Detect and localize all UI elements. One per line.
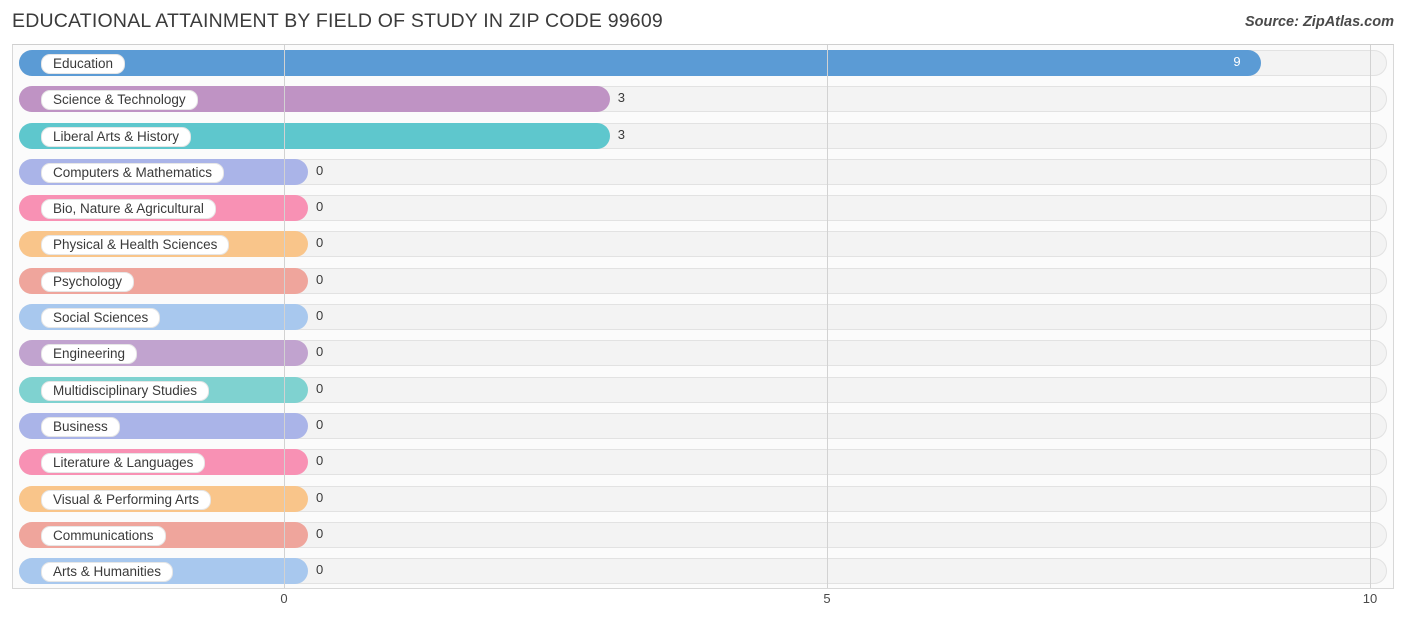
bar-row[interactable]: Engineering 0 [13,335,1393,371]
bar-row[interactable]: Computers & Mathematics 0 [13,154,1393,190]
bar-category-label: Visual & Performing Arts [41,489,212,510]
bar-category-label: Psychology [41,271,135,292]
bar-row[interactable]: Physical & Health Sciences 0 [13,226,1393,262]
bar-category-label: Business [41,416,120,437]
bar-value-label: 0 [316,453,324,469]
bar-row[interactable]: Science & Technology 3 [13,81,1393,117]
bar-category-label: Social Sciences [41,308,161,329]
bar-value-label: 0 [316,235,324,251]
x-axis-tick: 5 [823,591,831,606]
bar-row[interactable]: Psychology 0 [13,263,1393,299]
bar-value-label: 0 [316,416,324,432]
bar-value-label: 0 [316,308,324,324]
bar-row[interactable]: Social Sciences 0 [13,299,1393,335]
bar-value-label: 0 [316,344,324,360]
gridline-5 [827,45,828,588]
bar-value-label: 0 [316,525,324,541]
bar-row[interactable]: Education 9 [13,45,1393,81]
bar-category-label: Computers & Mathematics [41,162,225,183]
gridline-0 [284,45,285,588]
bar-row[interactable]: Literature & Languages 0 [13,444,1393,480]
bar-category-label: Bio, Nature & Agricultural [41,199,216,220]
bar[interactable] [19,50,1262,76]
bar-row[interactable]: Bio, Nature & Agricultural 0 [13,190,1393,226]
bar-row[interactable]: Visual & Performing Arts 0 [13,481,1393,517]
bar-value-label: 0 [316,199,324,215]
bar-category-label: Literature & Languages [41,453,206,474]
gridline-10 [1370,45,1371,588]
chart-plot-area: Education 9 Science & Technology 3 Liberal A… [12,44,1394,589]
bar-category-label: Engineering [41,344,138,365]
bar-value-label: 0 [316,380,324,396]
bar-value-label: 0 [316,271,324,287]
bar-value-label: 0 [316,562,324,578]
bar-row[interactable]: Arts & Humanities 0 [13,553,1393,589]
bar-value-label: 0 [316,162,324,178]
bar-value-label: 9 [1233,54,1241,69]
bar-row[interactable]: Multidisciplinary Studies 0 [13,372,1393,408]
x-axis-tick: 10 [1362,591,1378,606]
bar-category-label: Liberal Arts & History [41,126,192,147]
bar-value-label: 3 [617,126,626,142]
bar-row[interactable]: Business 0 [13,408,1393,444]
chart-header: EDUCATIONAL ATTAINMENT BY FIELD OF STUDY… [0,0,1406,44]
bar-row[interactable]: Liberal Arts & History 3 [13,118,1393,154]
page-title: EDUCATIONAL ATTAINMENT BY FIELD OF STUDY… [12,10,663,32]
bar-category-label: Multidisciplinary Studies [41,380,210,401]
x-axis-tick: 0 [280,591,288,606]
source-label: Source: ZipAtlas.com [1244,14,1394,30]
bar-value-label: 3 [617,90,626,106]
bar-category-label: Arts & Humanities [41,562,174,583]
bar-category-label: Communications [41,525,166,546]
bar-category-label: Physical & Health Sciences [41,235,230,256]
x-axis: 0 5 10 [12,589,1394,613]
bar-value-label: 0 [316,489,324,505]
bar-category-label: Science & Technology [41,90,198,111]
bar-category-label: Education [41,54,126,74]
bar-row[interactable]: Communications 0 [13,517,1393,553]
bar-rows: Education 9 Science & Technology 3 Liberal A… [13,45,1393,588]
